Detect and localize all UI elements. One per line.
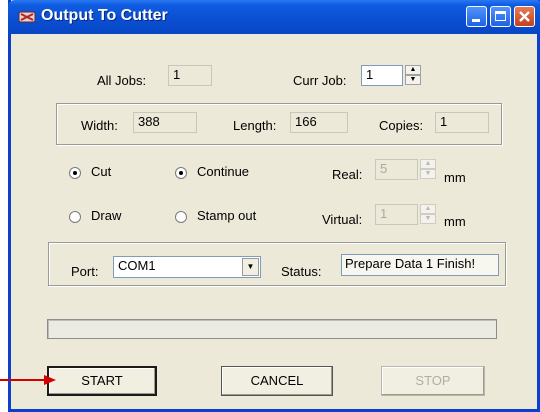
stamp-out-radio[interactable] bbox=[175, 211, 187, 223]
close-icon bbox=[519, 11, 530, 22]
title-bar[interactable]: Output To Cutter bbox=[8, 0, 540, 34]
stamp-out-label[interactable]: Stamp out bbox=[197, 208, 256, 223]
cutter-app-icon bbox=[18, 11, 36, 23]
port-label: Port: bbox=[71, 264, 99, 279]
progress-bar bbox=[47, 319, 497, 339]
spin-up-icon: ▲ bbox=[420, 159, 436, 169]
continue-label[interactable]: Continue bbox=[197, 164, 249, 179]
real-field: 5 bbox=[375, 159, 418, 180]
curr-job-label: Curr Job: bbox=[293, 73, 347, 88]
copies-field: 1 bbox=[435, 112, 489, 133]
length-field: 166 bbox=[290, 112, 348, 133]
curr-job-field[interactable]: 1 bbox=[361, 65, 403, 86]
length-label: Length: bbox=[233, 118, 277, 133]
copies-label: Copies: bbox=[379, 118, 424, 133]
close-button[interactable] bbox=[514, 6, 535, 27]
annotation-arrow-icon bbox=[0, 375, 56, 385]
draw-label[interactable]: Draw bbox=[91, 208, 121, 223]
spin-down-icon[interactable]: ▼ bbox=[405, 75, 421, 85]
window-title: Output To Cutter bbox=[41, 7, 168, 24]
virtual-field: 1 bbox=[375, 204, 418, 225]
port-value: COM1 bbox=[118, 258, 156, 273]
cut-radio[interactable] bbox=[69, 167, 81, 179]
real-label: Real: bbox=[332, 167, 363, 182]
output-to-cutter-dialog: Output To Cutter All Jobs: 1 Curr Job: 1… bbox=[8, 0, 540, 412]
minimize-icon bbox=[472, 19, 480, 22]
virtual-unit-label: mm bbox=[444, 214, 466, 229]
width-field: 388 bbox=[133, 112, 197, 133]
width-label: Width: bbox=[81, 118, 118, 133]
cut-label[interactable]: Cut bbox=[91, 164, 111, 179]
stop-button: STOP bbox=[381, 366, 485, 396]
spin-down-icon: ▼ bbox=[420, 169, 436, 179]
cancel-button[interactable]: CANCEL bbox=[221, 366, 333, 396]
spin-down-icon: ▼ bbox=[420, 214, 436, 224]
port-select[interactable]: COM1 ▼ bbox=[113, 256, 261, 278]
minimize-button[interactable] bbox=[466, 6, 487, 27]
curr-job-spinner[interactable]: ▲ ▼ bbox=[405, 65, 421, 86]
virtual-label: Virtual: bbox=[322, 212, 363, 227]
real-spinner: ▲ ▼ bbox=[420, 159, 436, 180]
all-jobs-label: All Jobs: bbox=[97, 73, 147, 88]
draw-radio[interactable] bbox=[69, 211, 81, 223]
real-unit-label: mm bbox=[444, 170, 466, 185]
all-jobs-field: 1 bbox=[168, 65, 212, 86]
spin-up-icon[interactable]: ▲ bbox=[405, 65, 421, 75]
virtual-spinner: ▲ ▼ bbox=[420, 204, 436, 225]
chevron-down-icon[interactable]: ▼ bbox=[242, 258, 259, 276]
continue-radio[interactable] bbox=[175, 167, 187, 179]
maximize-icon bbox=[495, 11, 506, 21]
start-button[interactable]: START bbox=[47, 366, 157, 396]
maximize-button[interactable] bbox=[490, 6, 511, 27]
spin-up-icon: ▲ bbox=[420, 204, 436, 214]
status-field: Prepare Data 1 Finish! bbox=[341, 254, 499, 276]
status-label: Status: bbox=[281, 264, 322, 279]
